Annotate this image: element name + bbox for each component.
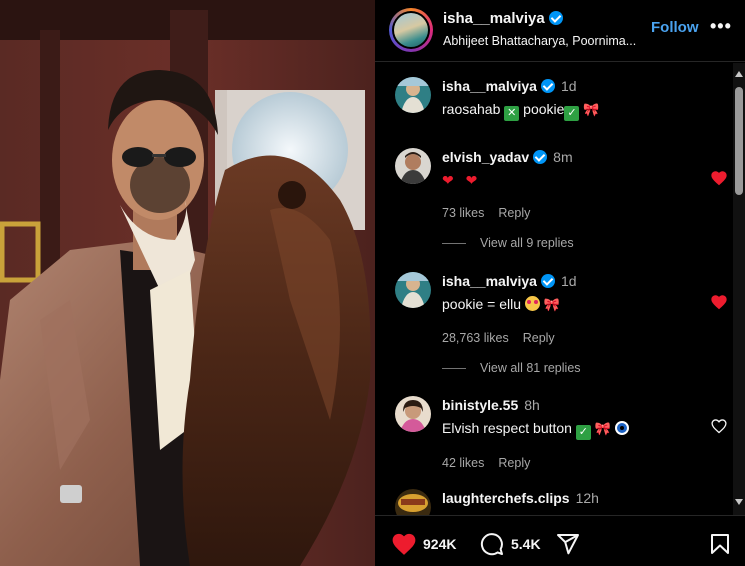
scroll-up-arrow-icon[interactable] bbox=[735, 71, 743, 77]
nazar-amulet-emoji-icon bbox=[614, 421, 629, 435]
comment-time[interactable]: 8h bbox=[524, 397, 540, 413]
commenter-avatar[interactable] bbox=[395, 148, 431, 184]
comment-username[interactable]: binistyle.55 bbox=[442, 397, 518, 413]
replies-divider bbox=[442, 368, 466, 370]
comment-text-part: raosahab bbox=[442, 101, 501, 117]
comment-text: Elvish respect button ✓ 🎀 bbox=[442, 418, 702, 440]
comment-username[interactable]: elvish_yadav bbox=[442, 149, 529, 165]
video-frame bbox=[0, 0, 375, 566]
ribbon-emoji-icon: 🎀 bbox=[543, 297, 560, 312]
comment-text-part: Elvish respect button bbox=[442, 420, 572, 436]
comments-list[interactable]: isha__malviya 1d raosahab ✕ pookie ✓ 🎀 elv… bbox=[375, 63, 733, 515]
view-replies-button[interactable]: View all 81 replies bbox=[442, 361, 581, 375]
like-count[interactable]: 924K bbox=[423, 536, 456, 552]
view-replies-label[interactable]: View all 81 replies bbox=[480, 361, 581, 375]
author-username[interactable]: isha__malviya bbox=[443, 10, 545, 27]
reply-button[interactable]: Reply bbox=[523, 331, 555, 345]
view-replies-button[interactable]: View all 9 replies bbox=[442, 236, 574, 250]
post-media[interactable] bbox=[0, 0, 375, 566]
comment-text: ❤ ❤ bbox=[442, 172, 482, 188]
replies-divider bbox=[442, 243, 466, 245]
like-action[interactable]: 924K bbox=[391, 532, 456, 556]
more-options-icon[interactable]: ••• bbox=[710, 16, 732, 37]
verified-badge-icon bbox=[533, 150, 548, 164]
comment-time[interactable]: 12h bbox=[576, 490, 599, 506]
scrollbar-thumb[interactable] bbox=[735, 87, 743, 195]
like-heart-icon[interactable] bbox=[391, 532, 417, 556]
comment-text-part: pookie bbox=[523, 101, 565, 117]
comment-count[interactable]: 5.4K bbox=[511, 536, 541, 552]
post-panel: isha__malviya Abhijeet Bhattacharya, Poo… bbox=[375, 0, 745, 566]
reply-button[interactable]: Reply bbox=[498, 206, 530, 220]
comment-username[interactable]: laughterchefs.clips bbox=[442, 490, 570, 506]
comment-text: raosahab ✕ pookie ✓ 🎀 bbox=[442, 99, 702, 121]
check-mark-emoji-icon: ✓ bbox=[575, 425, 591, 440]
comment-text: pookie = ellu 🎀 bbox=[442, 294, 702, 315]
follow-button[interactable]: Follow bbox=[651, 19, 699, 36]
comment-text-part: pookie = ellu bbox=[442, 296, 522, 312]
comment-likes[interactable]: 28,763 likes bbox=[442, 331, 509, 345]
liked-heart-icon[interactable] bbox=[710, 294, 728, 310]
ribbon-emoji-icon: 🎀 bbox=[594, 421, 611, 436]
comment-time[interactable]: 1d bbox=[561, 78, 577, 94]
comment-username[interactable]: isha__malviya bbox=[442, 78, 537, 94]
comment-username[interactable]: isha__malviya bbox=[442, 273, 537, 289]
comment-bubble-icon[interactable] bbox=[479, 532, 505, 556]
bookmark-icon[interactable] bbox=[708, 532, 732, 556]
share-paper-plane-icon[interactable] bbox=[555, 532, 581, 556]
comment-likes[interactable]: 73 likes bbox=[442, 206, 484, 220]
action-bar: 924K 5.4K bbox=[375, 515, 745, 566]
post-header: isha__malviya Abhijeet Bhattacharya, Poo… bbox=[375, 0, 745, 62]
smiling-hearts-emoji-icon bbox=[524, 296, 540, 311]
ribbon-emoji-icon: 🎀 bbox=[583, 102, 600, 117]
commenter-avatar[interactable] bbox=[395, 272, 431, 308]
comment-time[interactable]: 8m bbox=[553, 149, 572, 165]
scroll-down-arrow-icon[interactable] bbox=[735, 499, 743, 505]
share-action[interactable] bbox=[555, 532, 581, 556]
commenter-avatar[interactable] bbox=[395, 77, 431, 113]
commenter-avatar[interactable] bbox=[395, 489, 431, 515]
cross-mark-emoji-icon: ✕ bbox=[504, 106, 520, 121]
like-heart-outline-icon[interactable] bbox=[710, 418, 728, 434]
check-mark-emoji-icon: ✓ bbox=[564, 106, 580, 121]
reply-button[interactable]: Reply bbox=[498, 456, 530, 470]
comments-scrollbar[interactable] bbox=[733, 63, 745, 515]
commenter-avatar[interactable] bbox=[395, 396, 431, 432]
view-replies-label[interactable]: View all 9 replies bbox=[480, 236, 574, 250]
author-username-row[interactable]: isha__malviya bbox=[443, 10, 563, 27]
author-avatar[interactable] bbox=[389, 8, 433, 52]
verified-badge-icon bbox=[540, 79, 555, 93]
save-action[interactable] bbox=[708, 532, 732, 556]
verified-badge-icon bbox=[540, 274, 555, 288]
verified-badge-icon bbox=[548, 11, 563, 25]
comment-action[interactable]: 5.4K bbox=[479, 532, 541, 556]
collaborators-text[interactable]: Abhijeet Bhattacharya, Poornima... bbox=[443, 34, 658, 48]
comment-likes[interactable]: 42 likes bbox=[442, 456, 484, 470]
comment-time[interactable]: 1d bbox=[561, 273, 577, 289]
liked-heart-icon[interactable] bbox=[710, 170, 728, 186]
